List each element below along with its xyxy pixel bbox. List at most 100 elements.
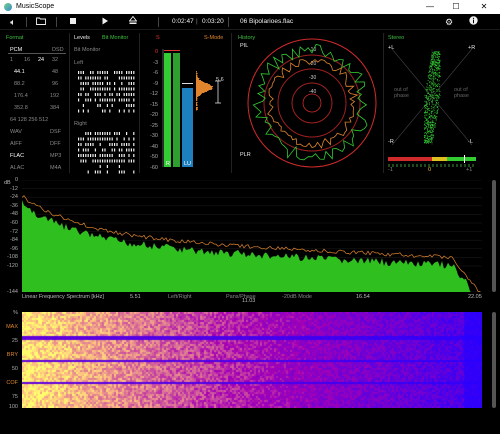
close-button[interactable]: ✕ [474,1,494,13]
vectorscope-dot [433,87,435,89]
folder-icon[interactable] [34,16,48,28]
vectorscope-dot [437,76,439,77]
vectorscope-dot [432,59,433,60]
histogram-bin [196,91,208,92]
levels-title[interactable]: Levels [74,35,90,41]
vectorscope-dot [425,97,426,98]
vectorscope-dot [436,95,438,96]
bit-cell [99,104,101,107]
histogram-bin [196,79,199,80]
s-mode-label[interactable]: S-Mode [204,35,223,41]
histogram-bin [196,105,198,106]
vectorscope-dot [432,95,434,96]
bit-cell [94,154,96,157]
correlation-bar [388,157,476,161]
bit-cell [80,76,82,80]
bits-1: 1 [10,57,14,63]
bit-cell [118,109,120,113]
vectorscope-dot [435,52,436,54]
bit-cell [123,170,125,174]
bit-cell [104,76,106,80]
vectorscope-dot [436,83,438,85]
vectorscope-dot [434,107,436,109]
folder-icon-graphic [36,17,46,25]
meter-scale-tick: -25 [150,122,158,129]
vectorscope-dot [438,83,440,84]
vectorscope-dot [433,129,434,130]
bit-monitor-tab[interactable]: Bit Monitor [102,35,128,41]
vectorscope-dot [435,104,437,106]
meter-scale-tick: -15 [150,101,158,108]
vectorscope-dot [424,107,426,109]
meter-scale-tick: -9 [153,80,158,87]
bit-cell [121,154,123,157]
toolbar: 🔈︎ 0:02:47 | 0:03:20 06 Bipolarioes.flac… [0,14,500,30]
bit-cell [128,87,130,91]
stereo-vectorscope [392,49,472,145]
vectorscope-dot [429,140,431,141]
bit-cell [82,71,84,74]
vectorscope-dot [428,122,430,123]
play-icon[interactable] [98,16,112,28]
vectorscope-dot [432,55,434,57]
vectorscope-dot [434,59,436,61]
bit-cell [118,98,120,102]
spectrogram-scrollbar[interactable] [492,312,496,408]
vectorscope-dot [429,65,431,67]
vectorscope-dot [430,118,431,120]
vectorscope-dot [430,128,432,130]
vectorscope-dot [431,63,433,64]
eject-icon[interactable] [126,15,140,28]
vectorscope-dot [425,100,427,102]
bit-cell [111,148,113,152]
spectrum-mode-20db[interactable]: -20dB Mode [282,294,312,300]
stop-icon[interactable] [66,16,80,28]
settings-gear-icon[interactable]: ⚙︎ [442,16,456,28]
maximize-button[interactable]: ☐ [446,1,466,13]
bit-cell [106,87,108,91]
bit-cell [94,76,96,80]
vectorscope-dot [433,63,435,65]
vectorscope-dot [438,88,440,90]
bit-monitor-panel: Levels Bit Monitor Bit Monitor Left Righ… [72,33,140,174]
vectorscope-dot [439,61,440,63]
vectorscope-dot [426,140,427,141]
spectrum-scrollbar[interactable] [492,180,496,292]
vectorscope-dot [435,103,437,105]
vectorscope-dot [438,93,440,95]
vectorscope-dot [430,69,431,70]
vectorscope-dot [427,106,428,108]
vectorscope-dot [430,115,432,116]
bit-cell [90,98,92,102]
vectorscope-dot [428,75,429,76]
vectorscope-dot [424,106,425,107]
vectorscope-dot [431,58,433,59]
vectorscope-dot [435,64,437,66]
rate-176-4: 176.4 [14,93,28,99]
volume-icon[interactable]: 🔈︎ [6,16,20,28]
histogram-bin [196,87,213,88]
vectorscope-dot [428,99,429,101]
bit-cell [118,132,120,135]
vectorscope-dot [434,96,436,98]
toolbar-separator [158,17,159,27]
spectrum-mode-left-right[interactable]: Left/Right [168,294,192,300]
vectorscope-dot [430,135,432,136]
vectorscope-dot [427,121,429,123]
vectorscope-dot [430,131,432,133]
vectorscope-dot [425,114,427,116]
vectorscope-dot [439,86,440,88]
info-icon[interactable] [466,16,480,28]
bit-cell [106,76,108,80]
minimize-button[interactable]: — [420,1,440,13]
vectorscope-dot [425,110,426,112]
bit-cell [85,132,87,135]
stereo-title[interactable]: Stereo [388,35,404,41]
vectorscope-dot [436,51,438,53]
vectorscope-dot [438,74,440,76]
bit-cell [97,132,99,135]
rate-96: 96 [52,81,59,87]
bit-cell [104,98,106,102]
vectorscope-dot [433,73,435,74]
bit-monitor-subtitle: Bit Monitor [74,47,101,53]
